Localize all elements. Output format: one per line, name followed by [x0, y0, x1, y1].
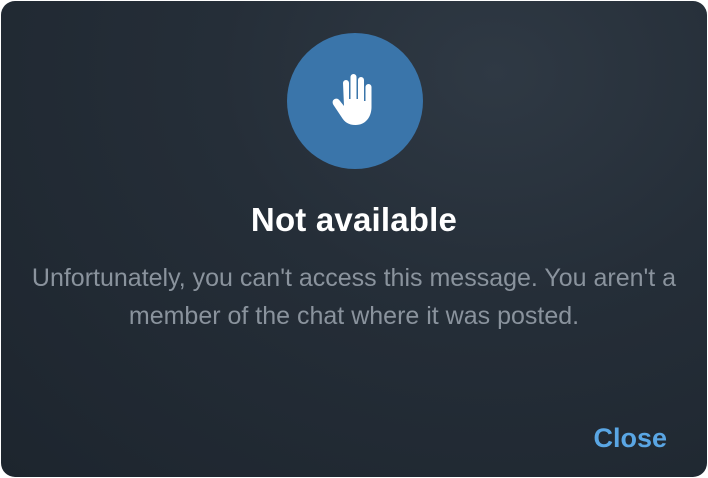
not-available-dialog: Not available Unfortunately, you can't a…: [1, 1, 707, 477]
dialog-message: Unfortunately, you can't access this mes…: [31, 264, 677, 330]
close-button[interactable]: Close: [593, 423, 667, 454]
raised-hand-icon: [332, 74, 372, 125]
icon-badge: [287, 33, 423, 169]
dialog-title: Not available: [250, 201, 458, 238]
